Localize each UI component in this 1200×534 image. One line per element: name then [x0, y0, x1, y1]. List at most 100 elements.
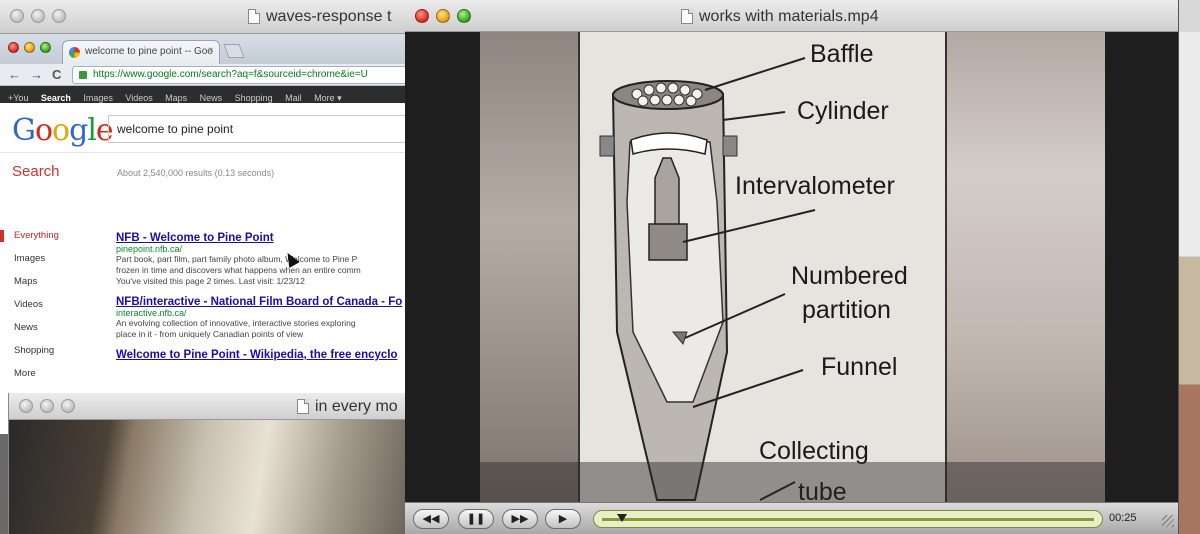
label-cylinder: Cylinder — [797, 97, 889, 125]
tab-close-icon[interactable]: × — [208, 45, 214, 56]
google-bar-shopping[interactable]: Shopping — [235, 93, 273, 103]
player-window-title: works with materials.mp4 — [681, 8, 879, 26]
cylinder-lug — [722, 135, 738, 157]
time-display: 00:25 — [1109, 512, 1137, 524]
label-partition: partition — [802, 296, 891, 324]
sidebar-item-images[interactable]: Images — [0, 253, 96, 276]
result-snippet-line: You've visited this page 2 times. Last v… — [116, 276, 305, 286]
close-button[interactable] — [19, 399, 33, 413]
reload-icon[interactable]: C — [52, 67, 61, 82]
intervalometer-base — [648, 223, 688, 261]
video-bottom-overlay — [480, 462, 1105, 502]
sidebar-item-shopping[interactable]: Shopping — [0, 345, 96, 368]
result-stats: About 2,540,000 results (0.13 seconds) — [117, 168, 275, 178]
zoom-button[interactable] — [457, 9, 471, 23]
waves-title-text: waves-response t — [266, 8, 392, 25]
google-bar-videos[interactable]: Videos — [125, 93, 152, 103]
mom-title-text: in every mo — [315, 398, 398, 415]
player-window-controls — [415, 9, 471, 23]
google-bar-maps[interactable]: Maps — [165, 93, 187, 103]
result-url: interactive.nfb.ca/ — [116, 308, 187, 318]
google-bar-images[interactable]: Images — [83, 93, 113, 103]
diagram-labels: Baffle Cylinder Intervalometer Numbered … — [735, 40, 908, 502]
result-title-link[interactable]: Welcome to Pine Point - Wikipedia, the f… — [116, 349, 410, 361]
player-title-text: works with materials.mp4 — [699, 8, 879, 25]
new-tab-button[interactable] — [223, 44, 245, 58]
search-result: NFB - Welcome to Pine Point pinepoint.nf… — [116, 232, 410, 287]
rewind-button[interactable]: ◀◀ — [413, 509, 449, 529]
google-black-bar: +You Search Images Videos Maps News Shop… — [0, 86, 410, 103]
browser-tab[interactable]: welcome to pine point -- Goo × — [62, 40, 220, 64]
close-button[interactable] — [8, 42, 19, 53]
browser-window: welcome to pine point -- Goo × ← → C htt… — [0, 34, 410, 434]
playback-scrubber[interactable] — [593, 510, 1103, 528]
address-bar[interactable]: https://www.google.com/search?aq=f&sourc… — [72, 66, 410, 84]
google-bar-news[interactable]: News — [200, 93, 223, 103]
mom-window-title: in every mo — [297, 398, 398, 416]
result-snippet-line: An evolving collection of innovative, in… — [116, 318, 356, 328]
resize-grip-icon[interactable] — [1162, 515, 1174, 527]
minimize-button[interactable] — [40, 399, 54, 413]
zoom-button[interactable] — [61, 399, 75, 413]
sidebar-item-news[interactable]: News — [0, 322, 96, 345]
waves-window: waves-response t — [0, 0, 420, 34]
sidebar-item-videos[interactable]: Videos — [0, 299, 96, 322]
results-header-row: Search About 2,540,000 results (0.13 sec… — [0, 153, 410, 193]
search-input[interactable]: welcome to pine point — [108, 115, 410, 143]
fast-forward-button[interactable]: ▶▶ — [502, 509, 538, 529]
search-result: NFB/interactive - National Film Board of… — [116, 296, 410, 340]
player-titlebar[interactable]: works with materials.mp4 — [405, 0, 1178, 32]
present-button[interactable]: ▶ — [545, 509, 581, 529]
lock-icon — [79, 71, 87, 79]
in-every-moment-window: in every mo — [8, 393, 410, 534]
zoom-button[interactable] — [52, 9, 66, 23]
pause-button[interactable]: ❚❚ — [458, 509, 494, 529]
sampler-diagram: Baffle Cylinder Intervalometer Numbered … — [599, 40, 908, 502]
waves-titlebar[interactable]: waves-response t — [0, 0, 420, 34]
sidebar-item-everything[interactable]: Everything — [0, 230, 96, 253]
result-snippet-line: Part book, part film, part family photo … — [116, 254, 358, 264]
zoom-button[interactable] — [40, 42, 51, 53]
mom-video-frame — [9, 420, 410, 534]
cylinder-lug — [599, 135, 615, 157]
label-intervalometer: Intervalometer — [735, 172, 895, 200]
address-url: https://www.google.com/search?aq=f&sourc… — [93, 69, 368, 80]
mom-titlebar[interactable]: in every mo — [9, 393, 410, 420]
back-arrow-icon[interactable]: ← — [8, 67, 21, 82]
playhead-icon[interactable] — [616, 514, 627, 522]
result-url: pinepoint.nfb.ca/ — [116, 244, 183, 254]
google-bar-mail[interactable]: Mail — [285, 93, 302, 103]
label-funnel: Funnel — [821, 353, 897, 381]
label-baffle: Baffle — [810, 40, 873, 68]
background-window-sliver — [1178, 0, 1200, 534]
minimize-button[interactable] — [436, 9, 450, 23]
result-title-link[interactable]: NFB/interactive - National Film Board of… — [116, 296, 410, 308]
search-sidebar: Everything Images Maps Videos News Shopp… — [0, 230, 96, 391]
player-controls: ◀◀ ❚❚ ▶▶ ▶ 00:25 — [405, 502, 1178, 534]
document-icon — [681, 9, 693, 25]
video-frame[interactable]: Baffle Cylinder Intervalometer Numbered … — [405, 32, 1178, 502]
sidebar-item-more[interactable]: More — [0, 368, 96, 391]
search-results: NFB - Welcome to Pine Point pinepoint.nf… — [116, 232, 410, 370]
close-button[interactable] — [10, 9, 24, 23]
forward-arrow-icon[interactable]: → — [30, 67, 43, 82]
google-favicon-icon — [69, 47, 80, 58]
close-button[interactable] — [415, 9, 429, 23]
result-snippet-line: frozen in time and discovers what happen… — [116, 265, 361, 275]
browser-toolbar: ← → C https://www.google.com/search?aq=f… — [0, 64, 410, 86]
google-bar-search[interactable]: Search — [41, 93, 71, 103]
sidebar-item-maps[interactable]: Maps — [0, 276, 96, 299]
video-player-window: works with materials.mp4 Baffle Cylinder… — [405, 0, 1178, 534]
google-bar-more[interactable]: More ▾ — [314, 93, 342, 103]
minimize-button[interactable] — [31, 9, 45, 23]
browser-tab-strip: welcome to pine point -- Goo × — [0, 34, 410, 64]
browser-window-controls — [8, 42, 51, 53]
waves-window-controls — [10, 9, 66, 23]
waves-window-title: waves-response t — [248, 8, 391, 26]
document-icon — [297, 399, 309, 415]
minimize-button[interactable] — [24, 42, 35, 53]
google-logo[interactable]: Google — [12, 113, 114, 148]
google-bar-plus-you[interactable]: +You — [8, 93, 28, 103]
result-title-link[interactable]: NFB - Welcome to Pine Point — [116, 232, 410, 244]
scrubber-track — [602, 518, 1094, 521]
